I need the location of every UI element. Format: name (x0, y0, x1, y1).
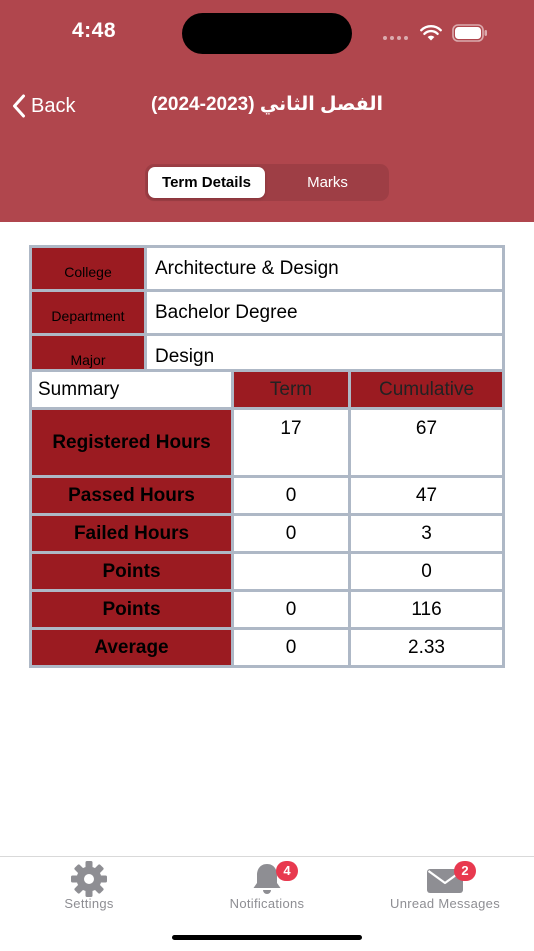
cumulative-header: Cumulative (351, 372, 502, 407)
camera-notch (182, 13, 352, 54)
table-row: Points 0 (32, 554, 502, 589)
status-time: 4:48 (72, 19, 117, 42)
row-label: Average (32, 630, 231, 665)
cumulative-value: 0 (351, 554, 502, 589)
summary-header: Summary (32, 372, 231, 407)
department-value: Bachelor Degree (147, 292, 502, 333)
term-value: 0 (234, 630, 348, 665)
tab-label: Unread Messages (390, 896, 500, 911)
signal-dots-icon (383, 36, 409, 40)
cumulative-value: 2.33 (351, 630, 502, 665)
cumulative-value: 67 (351, 410, 502, 475)
table-row: Average 0 2.33 (32, 630, 502, 665)
table-row: Registered Hours 17 67 (32, 410, 502, 475)
tab-label: Settings (64, 896, 114, 911)
department-label: Department (32, 292, 144, 333)
table-row: Passed Hours 0 47 (32, 478, 502, 513)
summary-header-row: Summary Term Cumulative (32, 372, 502, 407)
table-row: Failed Hours 0 3 (32, 516, 502, 551)
college-value: Architecture & Design (147, 248, 502, 289)
row-label: Points (32, 592, 231, 627)
tab-label: Notifications (229, 896, 305, 911)
gear-icon (71, 861, 107, 897)
tab-unread-messages[interactable]: 2 Unread Messages (356, 857, 534, 917)
back-button[interactable]: Back (12, 92, 75, 120)
row-label: Failed Hours (32, 516, 231, 551)
summary-table: Summary Term Cumulative Registered Hours… (29, 369, 505, 668)
tab-marks[interactable]: Marks (269, 167, 386, 198)
tab-term-details[interactable]: Term Details (148, 167, 265, 198)
cumulative-value: 3 (351, 516, 502, 551)
cumulative-value: 116 (351, 592, 502, 627)
home-indicator (172, 935, 362, 940)
info-table: College Architecture & Design Department… (29, 245, 505, 380)
battery-icon (452, 24, 487, 42)
header: 4:48 Back الفصل الثاني (2023-2024) Term … (0, 0, 534, 222)
tab-notifications[interactable]: 4 Notifications (178, 857, 356, 917)
row-label: Registered Hours (32, 410, 231, 475)
row-label: Points (32, 554, 231, 589)
tab-settings[interactable]: Settings (0, 857, 178, 917)
row-label: Passed Hours (32, 478, 231, 513)
info-row-college: College Architecture & Design (32, 248, 502, 289)
college-label: College (32, 248, 144, 289)
segmented-control: Term Details Marks (145, 164, 389, 201)
cumulative-value: 47 (351, 478, 502, 513)
term-value: 0 (234, 592, 348, 627)
page-title: الفصل الثاني (2023-2024) (151, 94, 383, 115)
wifi-icon (420, 25, 442, 41)
term-header: Term (234, 372, 348, 407)
term-value (234, 554, 348, 589)
notifications-badge: 4 (276, 861, 298, 881)
term-value: 17 (234, 410, 348, 475)
table-row: Points 0 116 (32, 592, 502, 627)
info-row-department: Department Bachelor Degree (32, 292, 502, 333)
term-value: 0 (234, 478, 348, 513)
term-value: 0 (234, 516, 348, 551)
chevron-left-icon (13, 94, 25, 118)
back-label: Back (31, 94, 76, 117)
messages-badge: 2 (454, 861, 476, 881)
